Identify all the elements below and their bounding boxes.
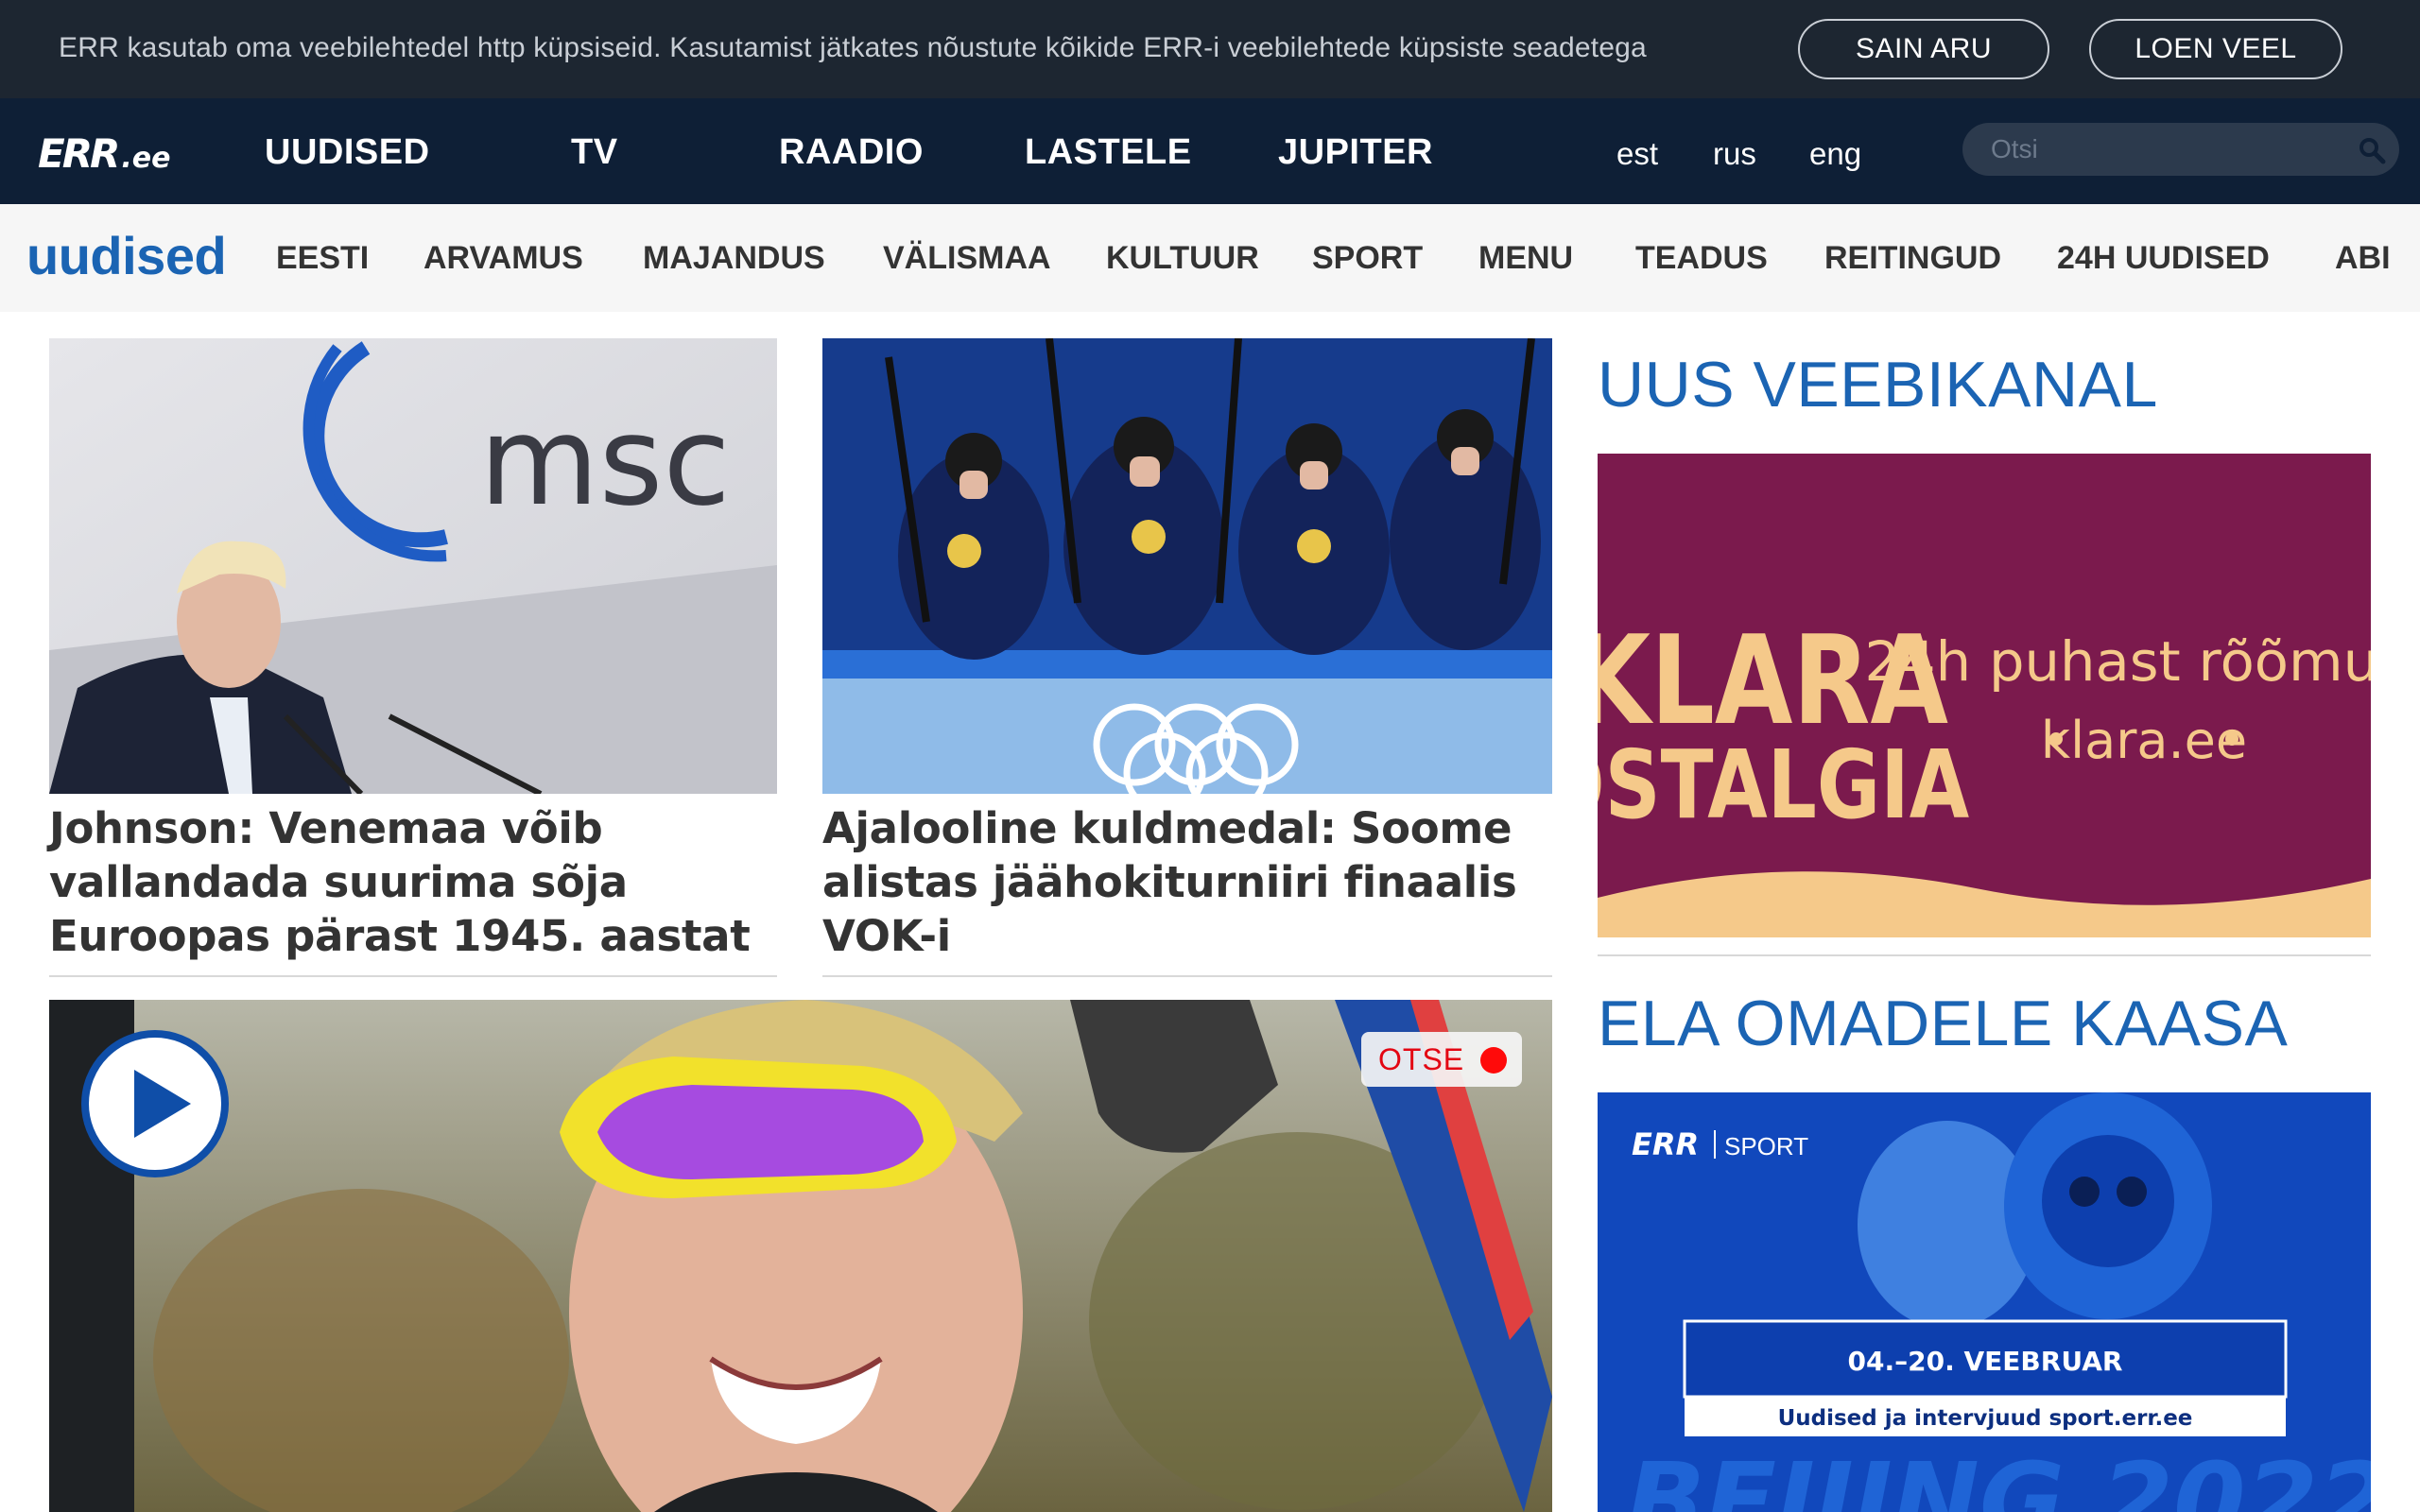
- cookie-message: ERR kasutab oma veebilehtedel http küpsi…: [59, 32, 1647, 63]
- live-label: OTSE: [1378, 1041, 1465, 1076]
- search-icon[interactable]: [2358, 136, 2386, 164]
- cookie-read-more-button[interactable]: LOEN VEEL: [2089, 19, 2342, 79]
- klara-tagline: 24h puhast rõõmu!: [1864, 630, 2371, 694]
- johnson-photo: msc: [49, 338, 777, 794]
- section-item-abi[interactable]: ABI: [2335, 240, 2391, 277]
- play-icon[interactable]: [79, 1028, 231, 1179]
- cookie-banner: ERR kasutab oma veebilehtedel http küpsi…: [0, 0, 2420, 98]
- language-rus[interactable]: rus: [1713, 136, 1756, 172]
- sport-ad-section: SPORT: [1724, 1132, 1808, 1160]
- search-input[interactable]: [1991, 132, 2341, 166]
- headline-line: vallandada suurima sõja: [49, 857, 628, 907]
- section-item-sport[interactable]: SPORT: [1312, 240, 1423, 277]
- klara-ad-graphic: KLARA NOSTALGIA 24h puhast rõõmu! klara.…: [1598, 454, 2371, 937]
- article-divider: [49, 975, 777, 977]
- sport-ad-dates: 04.–20. VEEBRUAR: [1848, 1346, 2123, 1377]
- nav-item-raadio[interactable]: RAADIO: [779, 132, 924, 173]
- section-brand[interactable]: uudised: [26, 225, 227, 286]
- sport-ad-subtitle: Uudised ja intervjuud sport.err.ee: [1778, 1406, 2193, 1431]
- logo-wordmark: ERR: [38, 130, 120, 177]
- nav-item-tv[interactable]: TV: [571, 132, 618, 173]
- msc-logo-text: msc: [479, 389, 731, 533]
- hockey-photo: [822, 338, 1552, 794]
- klara-url: klara.ee: [2041, 711, 2247, 770]
- sidebar-divider: [1598, 954, 2371, 956]
- live-dot-icon: [1480, 1047, 1507, 1074]
- section-item-24h-uudised[interactable]: 24H UUDISED: [2057, 240, 2270, 277]
- sidebar-heading-cheer: ELA OMADELE KAASA: [1598, 988, 2289, 1059]
- headline-line: alistas jäähokiturniiri finaalis: [822, 857, 1517, 907]
- section-item-reitingud[interactable]: REITINGUD: [1824, 240, 2001, 277]
- section-item-arvamus[interactable]: ARVAMUS: [424, 240, 583, 277]
- language-est[interactable]: est: [1616, 136, 1658, 172]
- section-item-kultuur[interactable]: KULTUUR: [1106, 240, 1259, 277]
- live-badge: OTSE: [1361, 1032, 1522, 1087]
- err-logo[interactable]: ERR .ee: [38, 130, 171, 177]
- err-sport-ad[interactable]: ERR SPORT 04.–20. VEEBRUAR Uudised ja in…: [1598, 1092, 2371, 1512]
- sport-ad-graphic: ERR SPORT 04.–20. VEEBRUAR Uudised ja in…: [1598, 1092, 2371, 1512]
- section-item-valismaa[interactable]: VÄLISMAA: [883, 240, 1051, 277]
- logo-suffix: .ee: [121, 142, 171, 175]
- feature-video[interactable]: [49, 1000, 1552, 1512]
- article-image-hockey[interactable]: [822, 338, 1552, 794]
- klara-nostalgia-ad[interactable]: KLARA NOSTALGIA 24h puhast rõõmu! klara.…: [1598, 454, 2371, 937]
- top-navigation: ERR .ee UUDISED TV RAADIO LASTELE JUPITE…: [0, 98, 2420, 204]
- language-eng[interactable]: eng: [1809, 136, 1861, 172]
- article-headline-johnson[interactable]: Johnson: Venemaa võib vallandada suurima…: [49, 801, 786, 963]
- article-image-johnson[interactable]: msc: [49, 338, 777, 794]
- nav-item-jupiter[interactable]: JUPITER: [1278, 132, 1433, 173]
- section-item-menu[interactable]: MENU: [1478, 240, 1573, 277]
- nav-item-lastele[interactable]: LASTELE: [1025, 132, 1192, 173]
- sidebar-heading-new-channel: UUS VEEBIKANAL: [1598, 349, 2158, 421]
- sport-ad-brand: ERR: [1632, 1126, 1699, 1162]
- sport-ad-event: BEIJING 2022: [1626, 1440, 2371, 1512]
- section-navigation: uudised EESTI ARVAMUS MAJANDUS VÄLISMAA …: [0, 204, 2420, 312]
- headline-line: Johnson: Venemaa võib: [49, 803, 603, 853]
- section-item-majandus[interactable]: MAJANDUS: [643, 240, 825, 277]
- skier-photo: [49, 1000, 1552, 1512]
- cookie-accept-button[interactable]: SAIN ARU: [1798, 19, 2049, 79]
- article-divider: [822, 975, 1552, 977]
- search-box: [1962, 123, 2399, 176]
- nav-item-uudised[interactable]: UUDISED: [265, 132, 430, 173]
- headline-line: Ajalooline kuldmedal: Soome: [822, 803, 1512, 853]
- klara-title-line2: NOSTALGIA: [1598, 730, 1969, 840]
- section-item-eesti[interactable]: EESTI: [276, 240, 369, 277]
- section-item-teadus[interactable]: TEADUS: [1635, 240, 1768, 277]
- headline-line: Euroopas pärast 1945. aastat: [49, 911, 751, 961]
- article-headline-hockey[interactable]: Ajalooline kuldmedal: Soome alistas jääh…: [822, 801, 1560, 963]
- headline-line: VOK-i: [822, 911, 951, 961]
